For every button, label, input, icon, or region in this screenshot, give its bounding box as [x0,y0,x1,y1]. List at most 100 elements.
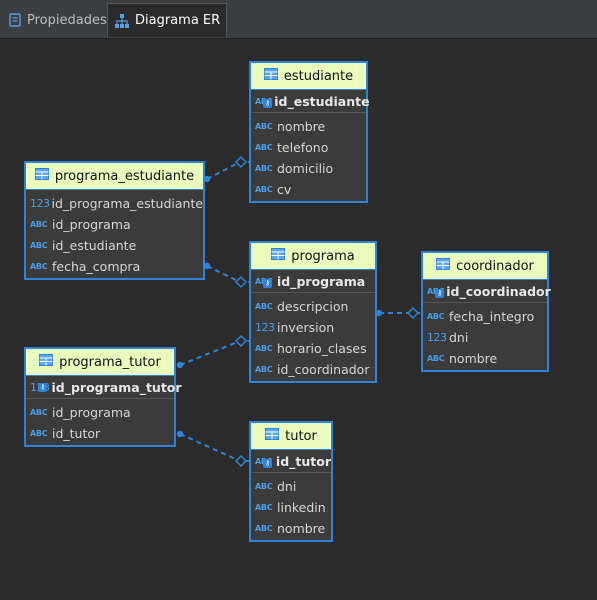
entity-header[interactable]: programa_estudiante [26,163,203,190]
column-name: id_programa [52,217,131,232]
entity-column[interactable]: 123 dni [423,327,547,348]
primary-key-icon: 123⚷ [30,381,50,394]
properties-icon [8,13,22,27]
relation-end-dot [176,361,184,369]
entity-column[interactable]: ABC id_coordinador [251,359,375,380]
column-name: fecha_integro [449,309,535,324]
column-name: domicilio [277,161,334,176]
entity-column[interactable]: ABC id_programa [26,402,174,423]
tab-label: Propiedades [27,12,107,28]
tab-bar: Propiedades Diagrama ER [0,0,597,39]
column-name: descripcion [277,299,349,314]
string-type-icon: ABC [255,482,273,491]
string-type-icon: ABC [255,185,273,194]
entity-programa_tutor[interactable]: programa_tutor 123⚷id_programa_tutor ABC id… [24,347,182,447]
entity-header[interactable]: estudiante [251,63,366,90]
relation-end-diamond [234,454,248,468]
entity-column[interactable]: ABC domicilio [251,158,366,179]
entity-name: programa [291,248,355,264]
primary-key-icon: ABC⚷ [255,277,275,288]
column-name: nombre [449,351,498,366]
table-icon [271,248,286,264]
string-type-icon: ABC [427,312,445,321]
entity-column[interactable]: ABC id_tutor [26,423,174,444]
column-name: inversion [277,320,335,335]
entity-column[interactable]: ABC dni [251,476,331,497]
column-name: id_coordinador [446,283,551,299]
column-name: id_tutor [52,426,101,441]
primary-key-column[interactable]: ABC⚷id_estudiante [251,90,370,113]
primary-key-icon: ABC⚷ [255,457,274,468]
primary-key-column[interactable]: ABC⚷id_programa [251,270,375,293]
tab-propiedades[interactable]: Propiedades [2,3,113,37]
entity-programa_estudiante[interactable]: programa_estudiante 123 id_programa_estudi… [24,161,205,280]
numeric-type-icon: 123 [30,197,50,210]
entity-programa[interactable]: programaABC⚷id_programaABCdescripcion123… [249,241,377,383]
column-name: id_estudiante [52,238,137,253]
string-type-icon: ABC [30,429,48,438]
primary-key-column[interactable]: 123⚷id_programa_tutor [26,376,182,399]
entity-column[interactable]: ABC id_estudiante [26,235,203,256]
entity-name: estudiante [283,68,354,84]
string-type-icon: ABC [30,220,48,229]
string-type-icon: ABC [30,408,48,417]
entity-name: programa_tutor [59,354,161,370]
numeric-type-icon: 123 [255,321,275,334]
entity-column[interactable]: ABC telefono [251,137,366,158]
entity-column[interactable]: ABC linkedin [251,497,331,518]
table-icon [39,354,54,370]
entity-column[interactable]: ABC nombre [251,116,366,137]
column-name: cv [277,182,292,197]
column-name: fecha_compra [52,259,141,274]
entity-column[interactable]: ABC fecha_integro [423,306,547,327]
primary-key-column[interactable]: ABC⚷id_coordinador [423,280,551,303]
string-type-icon: ABC [255,524,273,533]
entity-column[interactable]: ABC id_programa [26,214,203,235]
column-name: id_estudiante [274,93,370,109]
relation-programa_tutor-tutor [179,433,249,462]
table-icon [34,168,49,184]
column-name: nombre [277,119,326,134]
string-type-icon: ABC [255,143,273,152]
column-name: linkedin [277,500,326,515]
table-icon [265,428,280,444]
entity-name: coordinador [456,258,534,274]
entity-estudiante[interactable]: estudiante ABC⚷id_estudiante ABC nombre ABC t… [249,61,370,203]
column-name: id_programa_tutor [51,379,182,395]
entity-header[interactable]: coordinador [423,253,547,280]
primary-key-icon: ABC⚷ [255,97,273,108]
entity-column[interactable]: ABC nombre [251,518,331,539]
string-type-icon: ABC [427,354,445,363]
table-icon [436,258,451,274]
entity-column[interactable]: ABC fecha_compra [26,256,203,277]
string-type-icon: ABC [255,503,273,512]
er-diagram-icon [114,13,130,29]
entity-column[interactable]: ABC nombre [423,348,547,369]
column-name: dni [277,479,297,494]
entity-column[interactable]: 123 inversion [251,317,375,338]
relation-end-diamond [406,306,420,320]
relation-end-diamond [234,275,248,289]
relation-end-dot [176,430,184,438]
column-name: telefono [277,140,329,155]
entity-column[interactable]: ABC cv [251,179,366,200]
tab-diagrama-er[interactable]: Diagrama ER [107,3,228,37]
table-icon [263,68,278,84]
entity-tutor[interactable]: tutor ABC⚷id_tutor ABC dni ABC linkedin ABC nom… [249,421,333,542]
entity-column[interactable]: 123 id_programa_estudiante [26,193,203,214]
entity-header[interactable]: programa_tutor [26,349,174,376]
column-name: id_programa [277,273,366,289]
entity-name: tutor [285,428,317,444]
entity-column[interactable]: ABC descripcion [251,296,375,317]
entity-coordinador[interactable]: coordinador ABC⚷id_coordinador ABC fecha_in… [421,251,551,372]
string-type-icon: ABC [255,164,273,173]
entity-header[interactable]: tutor [251,423,331,450]
column-name: id_programa [52,405,131,420]
primary-key-column[interactable]: ABC⚷id_tutor [251,450,331,473]
string-type-icon: ABC [30,241,48,250]
entity-header[interactable]: programa [251,243,375,270]
primary-key-icon: ABC⚷ [427,287,445,298]
er-diagram-canvas[interactable]: estudianteABC⚷id_estudianteABCnombreABCt… [0,39,597,600]
entity-column[interactable]: ABC horario_clases [251,338,375,359]
column-name: dni [449,330,469,345]
